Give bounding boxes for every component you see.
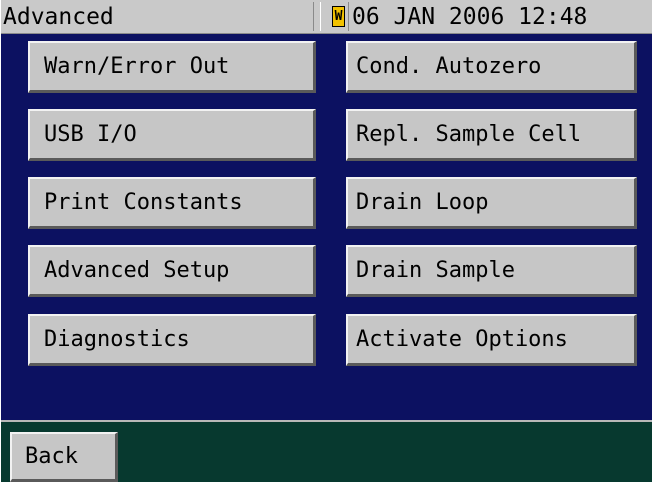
screen-title: Advanced <box>3 4 114 30</box>
repl-sample-cell-button[interactable]: Repl. Sample Cell <box>346 109 637 161</box>
back-button[interactable]: Back <box>10 432 118 482</box>
status-divider <box>313 2 321 31</box>
diagnostics-button[interactable]: Diagnostics <box>28 314 316 366</box>
drain-sample-button[interactable]: Drain Sample <box>346 245 637 297</box>
menu-panel: Warn/Error Out USB I/O Print Constants A… <box>1 34 652 420</box>
advanced-screen: Advanced W 06 JAN 2006 12:48 Warn/Error … <box>1 0 652 482</box>
activate-options-button[interactable]: Activate Options <box>346 314 637 366</box>
warn-error-out-button[interactable]: Warn/Error Out <box>28 41 316 93</box>
print-constants-button[interactable]: Print Constants <box>28 177 316 229</box>
warning-icon: W <box>332 6 345 27</box>
status-separator <box>348 2 349 31</box>
usb-io-button[interactable]: USB I/O <box>28 109 316 161</box>
footer-bar: Back <box>1 420 652 482</box>
cond-autozero-button[interactable]: Cond. Autozero <box>346 41 637 93</box>
status-bar: Advanced W 06 JAN 2006 12:48 <box>1 0 652 34</box>
advanced-setup-button[interactable]: Advanced Setup <box>28 245 316 297</box>
date-time: 06 JAN 2006 12:48 <box>352 4 588 30</box>
drain-loop-button[interactable]: Drain Loop <box>346 177 637 229</box>
